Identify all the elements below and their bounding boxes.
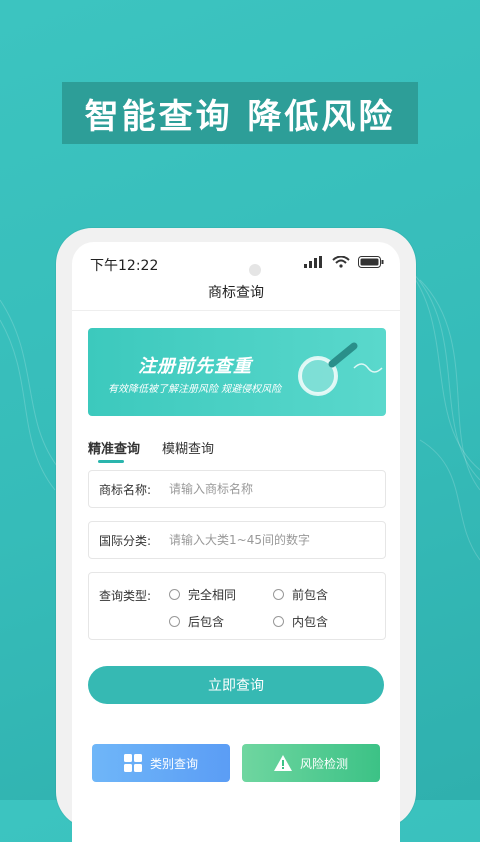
- radio-circle: [169, 616, 180, 627]
- radio-circle: [169, 589, 180, 600]
- intl-class-input[interactable]: [167, 532, 371, 548]
- radio-circle: [273, 589, 284, 600]
- query-tabs: 精准查询 模糊查询: [88, 438, 214, 463]
- page-title: 商标查询: [208, 285, 264, 301]
- query-type-label: 查询类型:: [99, 589, 152, 603]
- wifi-icon: [332, 256, 350, 268]
- radio-exact-match[interactable]: 完全相同: [169, 586, 236, 603]
- promo-headline: 智能查询 降低风险: [62, 82, 418, 144]
- intl-class-label: 国际分类:: [99, 533, 152, 548]
- warning-icon: [273, 755, 292, 771]
- risk-check-label: 风险检测: [299, 756, 348, 771]
- category-query-button[interactable]: 类别查询: [92, 744, 230, 782]
- app-screen: 下午12:22 商标查询 注册前先查重 有效降低被了解注册风险 规避侵权风险 精…: [72, 242, 400, 842]
- status-time: 下午12:22: [90, 258, 159, 274]
- radio-label: 前包含: [292, 588, 329, 602]
- tab-exact[interactable]: 精准查询: [88, 438, 140, 463]
- battery-icon: [358, 256, 384, 268]
- radio-label: 内包含: [292, 615, 329, 629]
- intl-class-field: 国际分类:: [88, 521, 386, 559]
- radio-circle: [273, 616, 284, 627]
- tab-fuzzy[interactable]: 模糊查询: [162, 438, 214, 457]
- trademark-name-field: 商标名称:: [88, 470, 386, 508]
- query-now-button[interactable]: 立即查询: [88, 666, 384, 704]
- risk-check-button[interactable]: 风险检测: [242, 744, 380, 782]
- radio-suffix[interactable]: 后包含: [169, 613, 224, 630]
- phone-frame: 下午12:22 商标查询 注册前先查重 有效降低被了解注册风险 规避侵权风险 精…: [56, 228, 416, 842]
- radio-label: 后包含: [188, 615, 225, 629]
- grid-icon: [123, 754, 142, 772]
- radio-contains[interactable]: 内包含: [273, 613, 328, 630]
- radio-prefix[interactable]: 前包含: [273, 586, 328, 603]
- divider: [72, 310, 400, 311]
- query-type-box: 查询类型: 完全相同 前包含 后包含 内包含: [88, 572, 386, 640]
- signal-icon: [304, 256, 322, 268]
- front-camera: [249, 264, 261, 276]
- promo-banner[interactable]: 注册前先查重 有效降低被了解注册风险 规避侵权风险: [88, 328, 386, 416]
- status-bar: 下午12:22: [72, 252, 400, 276]
- radio-label: 完全相同: [188, 588, 237, 602]
- magnifier-icon: [298, 342, 383, 396]
- trademark-name-label: 商标名称:: [99, 482, 152, 497]
- trademark-name-input[interactable]: [167, 481, 371, 497]
- banner-subtitle: 有效降低被了解注册风险 规避侵权风险: [108, 384, 282, 395]
- banner-title: 注册前先查重: [138, 356, 252, 377]
- category-query-label: 类别查询: [149, 756, 198, 771]
